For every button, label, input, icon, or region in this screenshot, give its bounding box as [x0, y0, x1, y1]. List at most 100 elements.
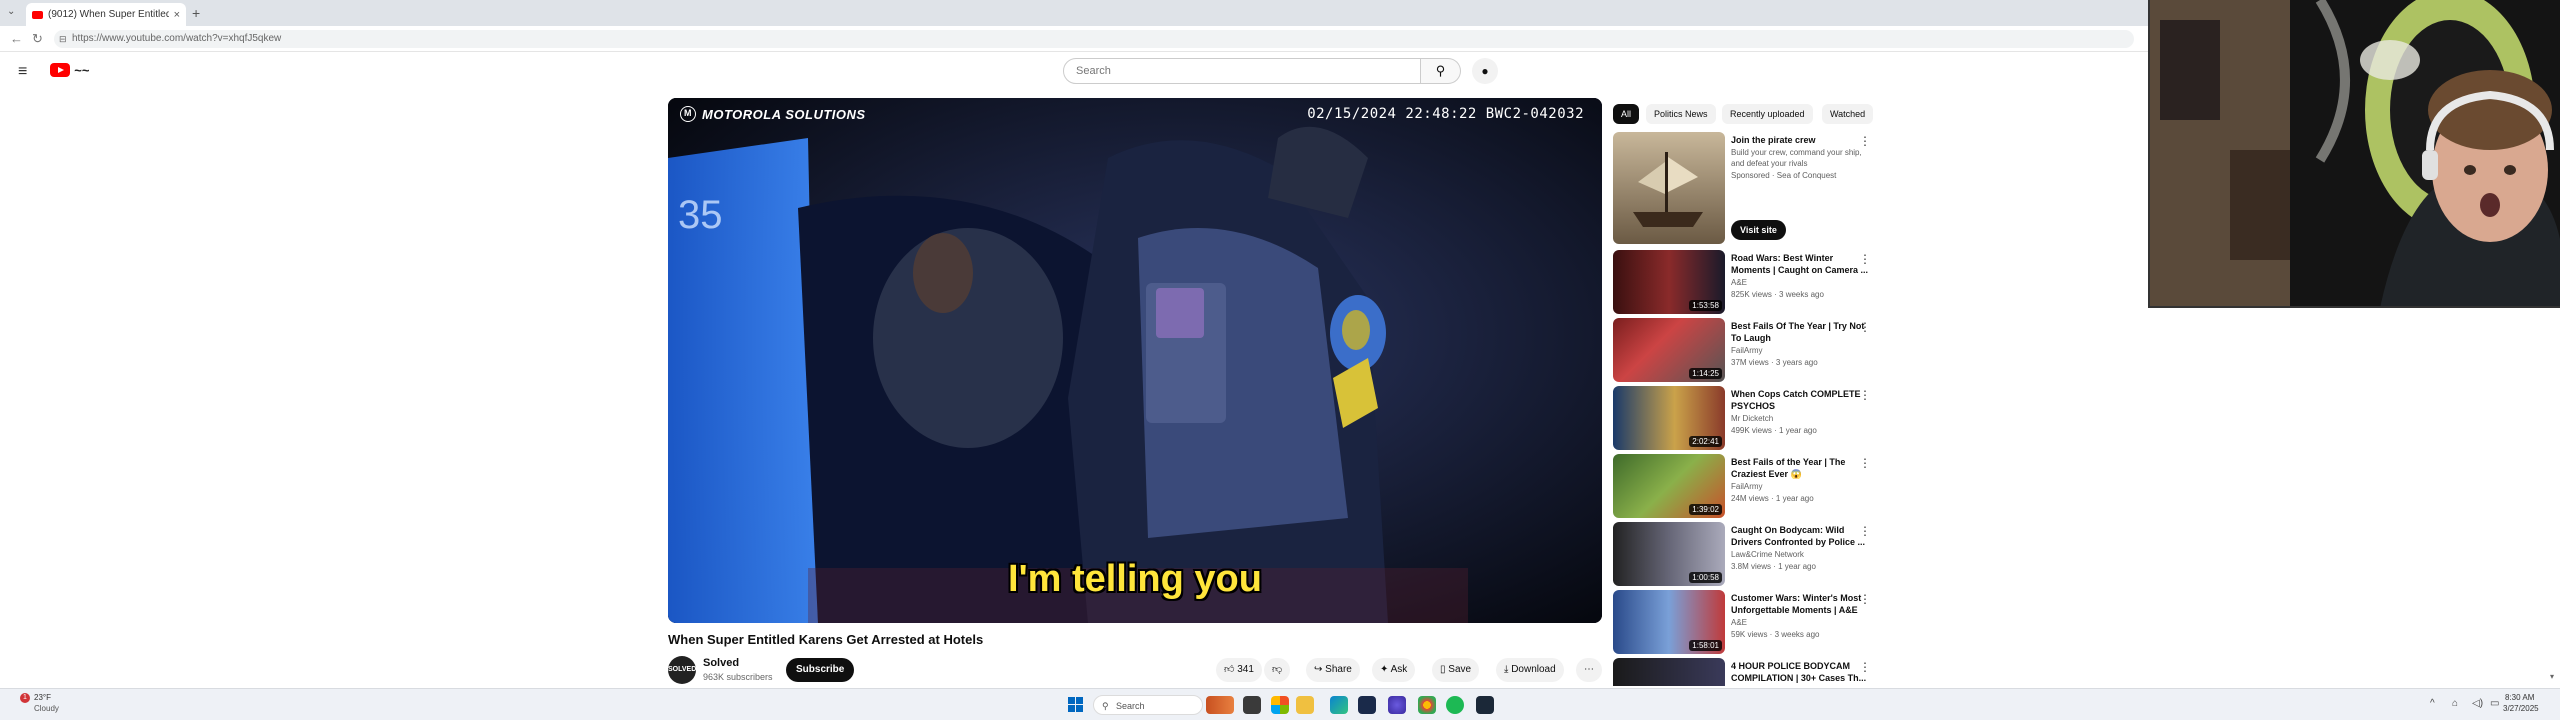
rec-title: Best Fails of the Year | The Craziest Ev… [1731, 457, 1846, 479]
download-button[interactable]: ⤓ Download [1496, 658, 1564, 682]
tab-close-icon[interactable]: × [174, 9, 180, 21]
start-button[interactable] [1068, 697, 1084, 713]
dislike-button[interactable]: 👎︎ [1264, 658, 1291, 682]
chrome-icon[interactable] [1418, 696, 1436, 714]
more-icon[interactable]: ⋮ [1859, 456, 1871, 470]
rec-meta: 499K views · 1 year ago [1731, 426, 1817, 435]
channel-name[interactable]: Solved [703, 657, 739, 669]
voice-search-button[interactable]: ● [1472, 58, 1498, 84]
battery-icon[interactable]: ▭ [2490, 698, 2499, 709]
ad-sponsor: Sponsored · Sea of Conquest [1731, 171, 1837, 180]
rec-channel[interactable]: Law&Crime Network [1731, 550, 1804, 559]
steam-icon[interactable] [1476, 696, 1494, 714]
motorola-logo-icon: M [680, 106, 696, 122]
scrollbar-arrow-icon[interactable]: ▾ [2550, 672, 2554, 681]
new-tab-button[interactable]: + [192, 5, 200, 21]
more-actions-button[interactable]: ⋯ [1576, 658, 1602, 682]
weather-description[interactable]: Cloudy [34, 704, 59, 713]
rec-channel[interactable]: FailArmy [1731, 346, 1763, 355]
search-button[interactable]: ⚲ [1421, 58, 1461, 84]
video-thumbnail[interactable]: 1:00:58 [1613, 522, 1725, 586]
list-item[interactable]: 1:00:58 Caught On Bodycam: Wild Drivers … [1613, 522, 1883, 586]
visit-site-button[interactable]: Visit site [1731, 220, 1786, 240]
video-thumbnail[interactable]: 1:58:01 [1613, 590, 1725, 654]
taskbar-app-icon[interactable] [1271, 696, 1289, 714]
save-button[interactable]: ▯ Save [1432, 658, 1480, 682]
list-item[interactable]: 4 HOUR POLICE BODYCAM COMPILATION | 30+ … [1613, 658, 1883, 686]
rec-meta: 3.8M views · 1 year ago [1731, 562, 1816, 571]
discord-icon[interactable] [1388, 696, 1406, 714]
video-thumbnail[interactable]: 1:14:25 [1613, 318, 1725, 382]
back-icon[interactable]: ← [10, 31, 23, 46]
more-icon[interactable]: ⋮ [1859, 524, 1871, 538]
tray-overflow-icon[interactable]: ^ [2430, 698, 2435, 709]
browser-tab[interactable]: (9012) When Super Entitled K × [26, 3, 186, 26]
ad-thumbnail[interactable] [1613, 132, 1725, 244]
chip-watched[interactable]: Watched [1822, 104, 1874, 124]
url-field[interactable]: ⊟ https://www.youtube.com/watch?v=xhqfJ5… [54, 30, 2134, 48]
video-thumbnail[interactable]: 1:39:02 [1613, 454, 1725, 518]
ask-label: Ask [1390, 664, 1408, 675]
rec-title: Best Fails Of The Year | Try Not To Laug… [1731, 321, 1865, 343]
search-input[interactable]: Search [1063, 58, 1421, 84]
more-icon[interactable]: ⋮ [1859, 252, 1871, 266]
youtube-wordmark-icon[interactable]: ~~ [74, 63, 89, 78]
ad-more-icon[interactable]: ⋮ [1859, 134, 1871, 148]
video-player[interactable]: 35 M MOTOROLA SOLUTIONS 02/15/2024 22:48… [668, 98, 1602, 623]
taskbar-search[interactable]: ⚲ Search [1093, 695, 1203, 715]
ask-button[interactable]: ✦ Ask [1372, 658, 1416, 682]
edge-browser-icon[interactable] [1330, 696, 1348, 714]
video-thumbnail[interactable]: 1:53:58 [1613, 250, 1725, 314]
rec-channel[interactable]: A&E [1731, 618, 1747, 627]
clock-date[interactable]: 3/27/2025 [2503, 704, 2539, 713]
save-label: Save [1448, 664, 1472, 675]
rec-channel[interactable]: FailArmy [1731, 482, 1763, 491]
clock-time[interactable]: 8:30 AM [2505, 693, 2534, 702]
video-frame: 35 [668, 98, 1602, 623]
list-item[interactable]: 1:58:01 Customer Wars: Winter's Most Unf… [1613, 590, 1883, 654]
rec-channel[interactable]: A&E [1731, 278, 1747, 287]
rec-title: When Cops Catch COMPLETE PSYCHOS [1731, 389, 1861, 411]
chip-all[interactable]: All [1613, 104, 1640, 124]
duration-badge: 1:58:01 [1689, 640, 1722, 651]
duration-badge: 1:53:58 [1689, 300, 1722, 311]
subscribe-button[interactable]: Subscribe [786, 658, 855, 682]
like-button[interactable]: 👍︎ 341 [1216, 658, 1262, 682]
more-icon[interactable]: ⋮ [1859, 660, 1871, 674]
brand-text: MOTOROLA SOLUTIONS [702, 106, 866, 122]
video-thumbnail[interactable]: 2:02:41 [1613, 386, 1725, 450]
rec-meta: 825K views · 3 weeks ago [1731, 290, 1824, 299]
reload-icon[interactable]: ↻ [32, 31, 43, 47]
address-bar-row: ← ↻ ⊟ https://www.youtube.com/watch?v=xh… [0, 26, 2148, 52]
network-icon[interactable]: ⌂ [2452, 698, 2458, 709]
more-icon: ⋯ [1584, 664, 1594, 675]
tab-list-icon[interactable]: ⌄ [7, 6, 15, 17]
share-button[interactable]: ↪ Share [1306, 658, 1360, 682]
sponsored-ad[interactable]: Join the pirate crew Build your crew, co… [1613, 132, 1883, 244]
bodycam-timestamp: 02/15/2024 22:48:22 BWC2-042032 [1307, 106, 1584, 122]
taskbar-app-widget[interactable] [1206, 696, 1234, 714]
more-icon[interactable]: ⋮ [1859, 592, 1871, 606]
hamburger-menu-icon[interactable]: ≡ [18, 63, 27, 81]
task-view-icon[interactable] [1243, 696, 1261, 714]
volume-icon[interactable]: ◁) [2472, 698, 2483, 709]
duration-badge: 1:00:58 [1689, 572, 1722, 583]
rec-title: Caught On Bodycam: Wild Drivers Confront… [1731, 525, 1866, 547]
file-explorer-icon[interactable] [1296, 696, 1314, 714]
channel-avatar[interactable]: SOLVED [668, 656, 696, 684]
motorola-brand: M MOTOROLA SOLUTIONS [680, 106, 866, 122]
spotify-icon[interactable] [1446, 696, 1464, 714]
list-item[interactable]: 2:02:41 When Cops Catch COMPLETE PSYCHOS… [1613, 386, 1883, 450]
store-icon[interactable] [1358, 696, 1376, 714]
list-item[interactable]: 1:14:25 Best Fails Of The Year | Try Not… [1613, 318, 1883, 382]
video-thumbnail[interactable] [1613, 658, 1725, 686]
chip-politics-news[interactable]: Politics News [1646, 104, 1716, 124]
list-item[interactable]: 1:39:02 Best Fails of the Year | The Cra… [1613, 454, 1883, 518]
youtube-logo-icon[interactable] [50, 63, 70, 77]
list-item[interactable]: 1:53:58 Road Wars: Best Winter Moments |… [1613, 250, 1883, 314]
rec-channel[interactable]: Mr Dicketch [1731, 414, 1773, 423]
more-icon[interactable]: ⋮ [1859, 388, 1871, 402]
weather-temperature[interactable]: 23°F [34, 693, 51, 702]
more-icon[interactable]: ⋮ [1859, 320, 1871, 334]
chip-recently-uploaded[interactable]: Recently uploaded [1722, 104, 1813, 124]
